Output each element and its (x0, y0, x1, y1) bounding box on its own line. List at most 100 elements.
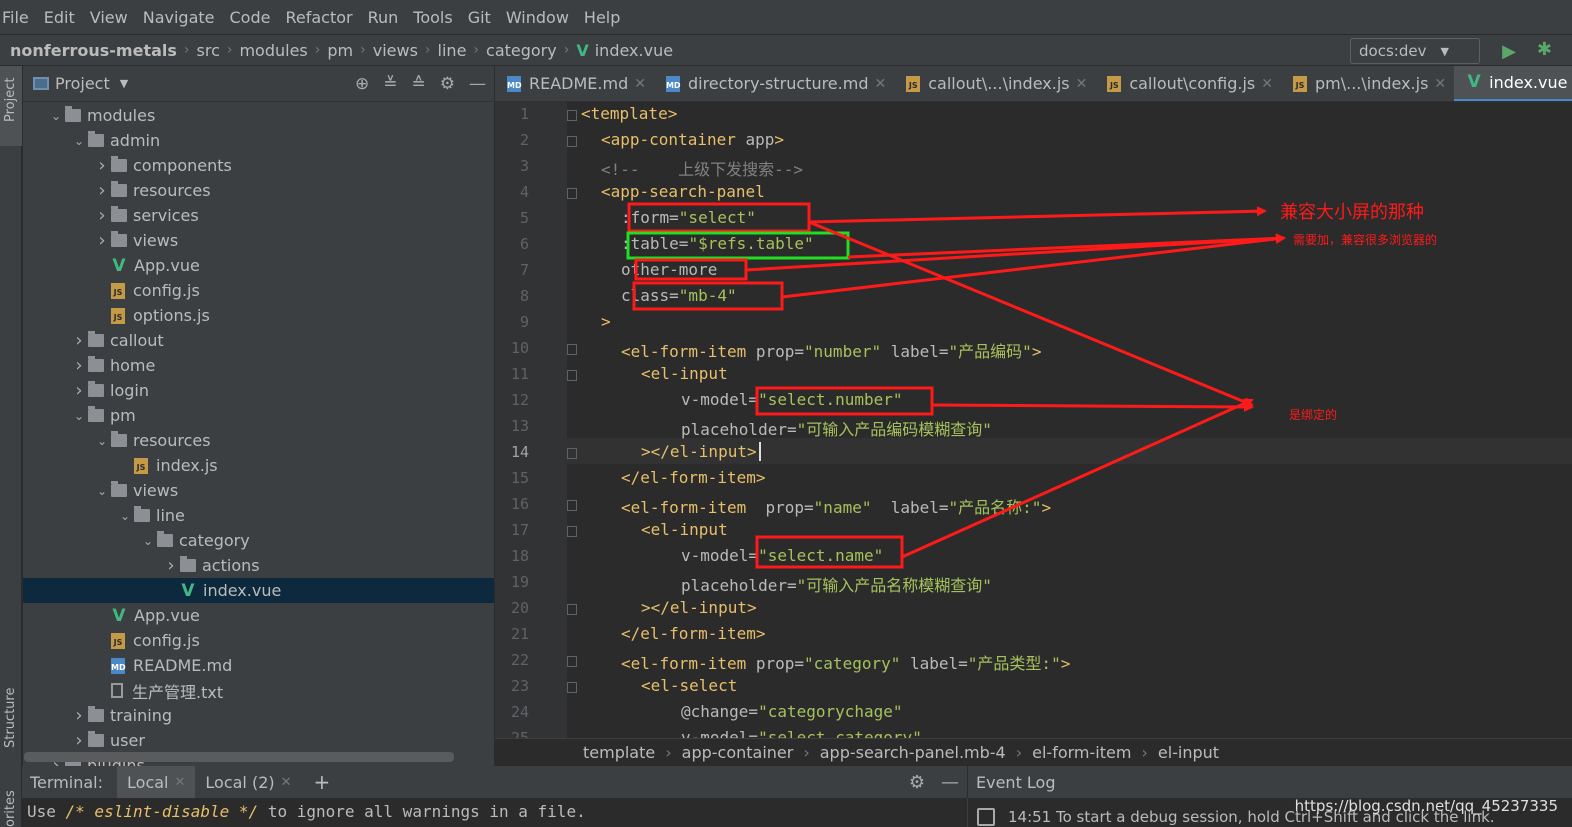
project-tool-label[interactable]: Project (3, 78, 18, 122)
chevron-right-icon[interactable]: › (93, 205, 111, 226)
menu-item-window[interactable]: Window (506, 8, 569, 27)
tree-item-config-js[interactable]: JS config.js (23, 278, 494, 303)
tree-item-pm[interactable]: ⌄ pm (23, 403, 494, 428)
code-line[interactable]: <!-- 上级下发搜索--> (601, 156, 803, 180)
code-line[interactable]: class="mb-4" (621, 286, 737, 305)
tree-item-index-vue[interactable]: Vindex.vue (23, 578, 494, 603)
menu-item-git[interactable]: Git (468, 8, 491, 27)
breadcrumb-item[interactable]: views (373, 41, 418, 60)
debug-icon[interactable]: ✱ (1537, 39, 1552, 60)
expand-all-icon[interactable]: ≚ (383, 74, 397, 94)
close-icon[interactable]: ✕ (634, 76, 646, 92)
breadcrumb-file[interactable]: index.vue (595, 41, 673, 60)
breadcrumb-item[interactable]: src (197, 41, 220, 60)
fold-marker-icon[interactable] (567, 604, 577, 615)
chevron-right-icon[interactable]: › (70, 380, 88, 401)
tree-item-readme-md[interactable]: MD README.md (23, 653, 494, 678)
chevron-down-icon[interactable]: ▼ (120, 77, 128, 90)
editor-breadcrumb-item[interactable]: template (583, 743, 655, 762)
editor-tab[interactable]: Vindex.vue✕ (1454, 66, 1572, 101)
fold-marker-icon[interactable] (567, 110, 577, 121)
code-line[interactable]: v-model="select.category" (681, 728, 922, 738)
chevron-right-icon[interactable]: › (93, 180, 111, 201)
tree-item-options-js[interactable]: JS options.js (23, 303, 494, 328)
fold-marker-icon[interactable] (567, 136, 577, 147)
editor-tab[interactable]: MD README.md ✕ (495, 66, 654, 101)
code-line[interactable]: :form="select" (621, 208, 756, 227)
gear-icon[interactable]: ⚙ (909, 772, 925, 793)
code-line[interactable]: v-model="select.number" (681, 390, 903, 409)
editor-breadcrumb-item[interactable]: app-search-panel.mb-4 (820, 743, 1006, 762)
code-line[interactable]: <template> (581, 104, 677, 123)
editor-breadcrumb-item[interactable]: app-container (682, 743, 794, 762)
editor-tab[interactable]: MD directory-structure.md ✕ (654, 66, 894, 101)
chevron-right-icon[interactable]: › (70, 355, 88, 376)
chevron-right-icon[interactable]: › (93, 230, 111, 251)
close-icon[interactable]: ✕ (281, 775, 292, 790)
code-line[interactable]: @change="categorychage" (681, 702, 903, 721)
code-line[interactable]: > (601, 312, 611, 331)
breadcrumb-item[interactable]: category (486, 41, 557, 60)
editor-tab[interactable]: JS pm\...\index.js ✕ (1281, 66, 1454, 101)
tree-item-admin[interactable]: ⌄ admin (23, 128, 494, 153)
fold-marker-icon[interactable] (567, 344, 577, 355)
code-line[interactable]: <el-input (641, 520, 728, 539)
terminal-output[interactable]: Use /* eslint-disable */ to ignore all w… (22, 798, 967, 827)
menu-item-code[interactable]: Code (230, 8, 271, 27)
tree-item-config-js[interactable]: JS config.js (23, 628, 494, 653)
code-line[interactable]: ></el-input> (641, 442, 757, 461)
menu-item-run[interactable]: Run (368, 8, 399, 27)
tree-item-login[interactable]: › login (23, 378, 494, 403)
chevron-down-icon[interactable]: ⌄ (139, 534, 157, 548)
chevron-right-icon[interactable]: › (93, 155, 111, 176)
tree-item-resources[interactable]: ⌄ resources (23, 428, 494, 453)
chevron-down-icon[interactable]: ⌄ (93, 434, 111, 448)
menu-item-navigate[interactable]: Navigate (143, 8, 215, 27)
tree-item-home[interactable]: › home (23, 353, 494, 378)
chevron-right-icon[interactable]: › (70, 730, 88, 751)
breadcrumb-item[interactable]: line (438, 41, 467, 60)
code-line[interactable]: </el-form-item> (621, 624, 766, 643)
event-log-title[interactable]: Event Log (976, 773, 1056, 792)
menu-item-edit[interactable]: Edit (44, 8, 75, 27)
breadcrumb-item[interactable]: pm (327, 41, 353, 60)
close-icon[interactable]: ✕ (1261, 76, 1273, 92)
close-icon[interactable]: ✕ (1434, 76, 1446, 92)
tree-item-callout[interactable]: › callout (23, 328, 494, 353)
minimize-icon[interactable]: — (941, 772, 959, 793)
code-line[interactable]: placeholder="可输入产品编码模糊查询" (681, 416, 992, 440)
chevron-right-icon[interactable]: › (162, 555, 180, 576)
chevron-down-icon[interactable]: ⌄ (93, 484, 111, 498)
chevron-down-icon[interactable]: ⌄ (70, 134, 88, 148)
chevron-right-icon[interactable]: › (70, 705, 88, 726)
fold-marker-icon[interactable] (567, 448, 577, 459)
fold-marker-icon[interactable] (567, 682, 577, 693)
editor-tab[interactable]: JS callout\config.js ✕ (1095, 66, 1281, 101)
code-line[interactable]: other-more (621, 260, 717, 279)
code-line[interactable]: <el-form-item prop="number" label="产品编码"… (621, 338, 1041, 362)
code-line[interactable]: </el-form-item> (621, 468, 766, 487)
project-panel-title[interactable]: Project (55, 74, 110, 93)
code-line[interactable]: v-model="select.name" (681, 546, 883, 565)
editor-breadcrumb-item[interactable]: el-form-item (1032, 743, 1131, 762)
code-line[interactable]: <app-container app> (601, 130, 784, 149)
menu-item-view[interactable]: View (90, 8, 128, 27)
menu-item-refactor[interactable]: Refactor (285, 8, 352, 27)
tree-item-line[interactable]: ⌄ line (23, 503, 494, 528)
collapse-all-icon[interactable]: ≙ (412, 74, 426, 94)
tree-item-components[interactable]: › components (23, 153, 494, 178)
tree-item-modules[interactable]: ⌄ modules (23, 103, 494, 128)
menu-item-help[interactable]: Help (584, 8, 620, 27)
code-line[interactable]: <el-form-item prop="name" label="产品名称:"> (621, 494, 1051, 518)
code-line[interactable]: :table="$refs.table" (621, 234, 814, 253)
minimize-icon[interactable]: — (469, 74, 486, 94)
tree-item-views[interactable]: ⌄ views (23, 478, 494, 503)
structure-tool-label[interactable]: Structure (3, 688, 18, 748)
chevron-down-icon[interactable]: ⌄ (47, 109, 65, 123)
fold-marker-icon[interactable] (567, 526, 577, 537)
chevron-right-icon[interactable]: › (70, 330, 88, 351)
locate-icon[interactable]: ⊕ (355, 74, 369, 94)
close-icon[interactable]: ✕ (874, 76, 886, 92)
close-icon[interactable]: ✕ (1076, 76, 1088, 92)
menu-item-file[interactable]: File (2, 8, 29, 27)
